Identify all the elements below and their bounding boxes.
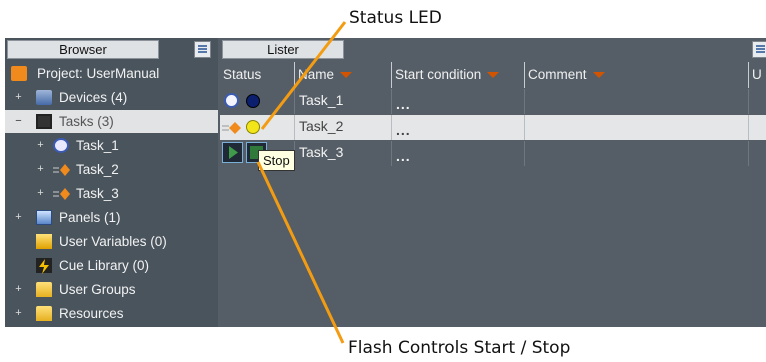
sort-arrow-icon[interactable] — [487, 72, 500, 79]
table-row[interactable]: Task_3 ... — [220, 141, 766, 166]
column-label: Comment — [528, 67, 587, 82]
column-label: U — [752, 67, 762, 82]
comment-cell[interactable] — [525, 115, 749, 140]
lister-menu-icon[interactable] — [752, 41, 766, 58]
panels-icon — [36, 210, 52, 225]
cue-library-icon — [36, 258, 52, 274]
column-header-start-condition[interactable]: Start condition — [392, 62, 525, 88]
column-header-u[interactable]: U — [749, 62, 766, 88]
tree-item-label: Task_1 — [76, 138, 119, 153]
status-cell — [220, 89, 295, 114]
devices-icon — [36, 90, 52, 105]
tree-item-label: Task_2 — [76, 162, 119, 177]
tree-item-resources[interactable]: + Resources — [5, 302, 218, 325]
tree-item-task-3[interactable]: + Task_3 — [5, 182, 218, 205]
status-led-icon — [246, 94, 260, 108]
column-label: Name — [298, 67, 335, 82]
tree-item-label: Resources — [59, 306, 124, 321]
folder-icon — [36, 282, 52, 297]
browser-tab[interactable]: Browser — [7, 40, 159, 59]
variables-icon — [36, 234, 52, 249]
expand-icon[interactable]: + — [14, 308, 23, 319]
table-row[interactable]: Task_2 ... — [220, 115, 766, 140]
table-row[interactable]: Task_1 ... — [220, 89, 766, 114]
tree-item-label: Cue Library (0) — [59, 258, 150, 273]
column-label: Start condition — [395, 67, 482, 82]
tree-item-task-2[interactable]: + Task_2 — [5, 158, 218, 181]
name-cell[interactable]: Task_1 — [295, 89, 392, 114]
expand-icon[interactable]: + — [14, 284, 23, 295]
tree-item-devices[interactable]: + Devices (4) — [5, 86, 218, 109]
expand-icon[interactable]: + — [14, 92, 23, 103]
tree-item-user-groups[interactable]: + User Groups — [5, 278, 218, 301]
name-cell[interactable]: Task_3 — [295, 141, 392, 166]
clock-icon — [224, 93, 239, 108]
expand-icon[interactable]: + — [36, 188, 45, 199]
column-header-name[interactable]: Name — [295, 62, 392, 88]
comment-cell[interactable] — [525, 89, 749, 114]
tree-item-label: Panels (1) — [59, 210, 121, 225]
tree-item-label: Tasks (3) — [59, 114, 114, 129]
status-led-callout: Status LED — [349, 8, 442, 28]
lister-tab[interactable]: Lister — [222, 40, 344, 59]
tree-item-label: User Variables (0) — [59, 234, 167, 249]
tree-item-cue-library[interactable]: Cue Library (0) — [5, 254, 218, 277]
flash-task-icon — [53, 162, 71, 177]
tree-item-label: Project: UserManual — [37, 66, 160, 81]
start-condition-cell[interactable]: ... — [392, 115, 525, 140]
sort-arrow-icon[interactable] — [592, 72, 605, 79]
status-cell — [220, 115, 295, 140]
sort-arrow-icon[interactable] — [340, 72, 353, 79]
collapse-icon[interactable]: − — [14, 116, 23, 127]
app-window: Browser Project: UserManual + Devices (4… — [5, 38, 766, 327]
clock-icon — [53, 138, 69, 153]
browser-menu-icon[interactable] — [194, 41, 211, 58]
project-icon — [11, 66, 27, 81]
tree-item-user-variables[interactable]: User Variables (0) — [5, 230, 218, 253]
comment-cell[interactable] — [525, 141, 749, 166]
column-label: Status — [223, 67, 262, 82]
tree-item-label: User Groups — [59, 282, 136, 297]
tree-item-tasks[interactable]: − Tasks (3) — [5, 110, 218, 133]
flash-task-icon — [53, 186, 71, 201]
flash-controls-callout: Flash Controls Start / Stop — [348, 338, 571, 358]
name-cell[interactable]: Task_2 — [295, 115, 392, 140]
folder-icon — [36, 306, 52, 321]
lister-panel: Lister Status Name Start condition Comme… — [220, 38, 766, 327]
status-led-icon — [246, 120, 260, 134]
expand-icon[interactable]: + — [36, 164, 45, 175]
tree-item-label: Task_3 — [76, 186, 119, 201]
tree-item-panels[interactable]: + Panels (1) — [5, 206, 218, 229]
tree-item-label: Devices (4) — [59, 90, 128, 105]
browser-panel: Browser Project: UserManual + Devices (4… — [5, 38, 218, 327]
tooltip: Stop — [258, 150, 295, 171]
tasks-folder-icon — [36, 114, 52, 129]
play-button[interactable] — [222, 142, 243, 163]
tree-item-task-1[interactable]: + Task_1 — [5, 134, 218, 157]
tree-item-project[interactable]: Project: UserManual — [5, 62, 218, 85]
start-condition-cell[interactable]: ... — [392, 141, 525, 166]
column-header-comment[interactable]: Comment — [525, 62, 749, 88]
column-header-status[interactable]: Status — [220, 62, 295, 88]
expand-icon[interactable]: + — [14, 212, 23, 223]
expand-icon[interactable]: + — [36, 140, 45, 151]
flash-task-icon — [222, 120, 242, 142]
start-condition-cell[interactable]: ... — [392, 89, 525, 114]
